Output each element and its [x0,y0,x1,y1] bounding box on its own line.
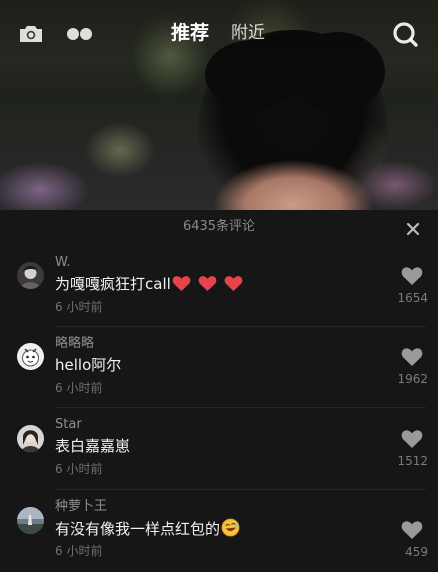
like-heart-icon[interactable] [401,520,423,540]
comment-username[interactable]: 略略略 [55,335,94,352]
avatar[interactable] [17,425,44,452]
top-bar: 推荐 附近 [0,0,438,66]
like-heart-icon[interactable] [401,429,423,449]
like-heart-icon[interactable] [401,266,423,286]
like-count: 459 [405,545,428,559]
comment-text: hello阿尔 [55,356,122,374]
comment-username[interactable]: W. [55,254,71,271]
avatar[interactable] [17,262,44,289]
comments-sheet: 6435条评论 W. 为嘎嘎疯狂打call 6 小时前 1654 略略略 hel… [0,210,438,572]
avatar[interactable] [17,343,44,370]
camera-icon[interactable] [18,24,44,44]
comment-item[interactable]: Star 表白嘉嘉崽 6 小时前 1512 [0,409,438,489]
heart-emoji [172,276,191,292]
tab-nearby[interactable]: 附近 [231,20,265,46]
comment-item[interactable]: W. 为嘎嘎疯狂打call 6 小时前 1654 [0,246,438,326]
comment-text: 有没有像我一样点红包的 [55,518,240,539]
like-heart-icon[interactable] [401,347,423,367]
comment-username[interactable]: 种萝卜王 [55,498,107,515]
comment-username[interactable]: Star [55,416,82,433]
comment-time: 6 小时前 [55,381,103,395]
comment-item[interactable]: 略略略 hello阿尔 6 小时前 1962 [0,328,438,408]
comment-text-body: 为嘎嘎疯狂打call [55,275,171,293]
close-icon[interactable] [406,222,420,236]
tab-recommend[interactable]: 推荐 [171,20,209,46]
comments-count-title: 6435条评论 [182,219,256,234]
like-count: 1654 [397,291,428,305]
like-count: 1962 [397,372,428,386]
comment-text-body: 有没有像我一样点红包的 [55,520,221,538]
divider [55,407,426,408]
avatar[interactable] [17,507,44,534]
search-icon[interactable] [391,20,419,48]
comment-text: 为嘎嘎疯狂打call [55,274,243,294]
dots-icon[interactable] [66,26,94,42]
comment-time: 6 小时前 [55,300,103,314]
comment-item[interactable]: 种萝卜王 有没有像我一样点红包的 6 小时前 459 [0,491,438,571]
comment-time: 6 小时前 [55,544,103,558]
laughing-emoji [221,518,240,537]
comment-text: 表白嘉嘉崽 [55,437,131,455]
heart-emoji [198,276,217,292]
divider [55,326,426,327]
like-count: 1512 [397,454,428,468]
heart-emoji [224,276,243,292]
comment-time: 6 小时前 [55,462,103,476]
divider [55,489,426,490]
